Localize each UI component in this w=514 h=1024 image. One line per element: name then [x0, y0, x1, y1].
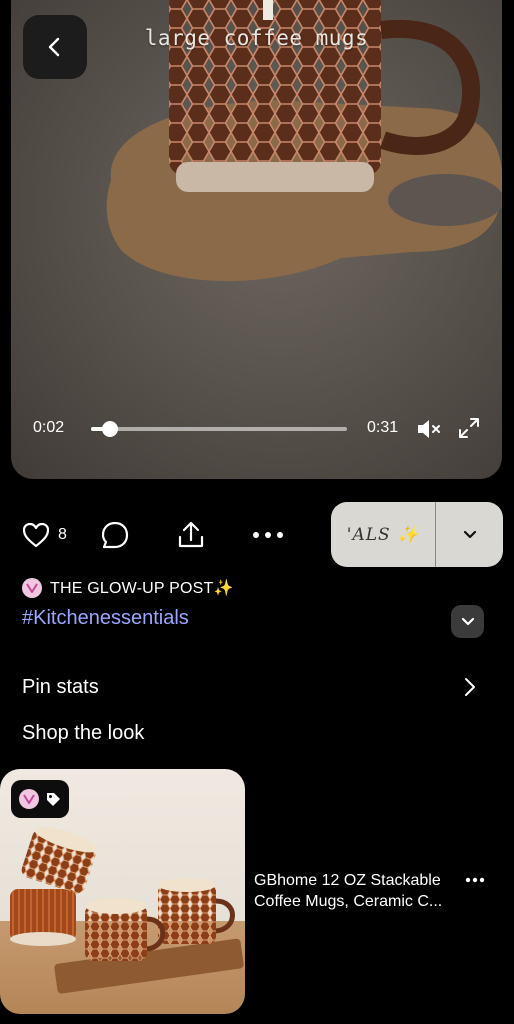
- creator-name[interactable]: THE GLOW-UP POST✨: [50, 578, 234, 598]
- brand-logo-icon: [26, 583, 38, 593]
- pin-stats-link[interactable]: Pin stats: [22, 676, 99, 699]
- comment-button[interactable]: [101, 521, 129, 549]
- video-player[interactable]: large coffee mugs 0:02 0:31: [11, 0, 502, 479]
- chevron-right-icon[interactable]: [462, 677, 478, 697]
- tag-icon: [47, 793, 60, 806]
- creator-avatar[interactable]: [22, 578, 42, 598]
- heart-icon: [22, 522, 50, 548]
- progress-bar[interactable]: [91, 421, 347, 437]
- back-button[interactable]: [23, 15, 87, 79]
- current-time: 0:02: [33, 419, 65, 436]
- expand-description-button[interactable]: [451, 605, 484, 638]
- video-frame: [106, 0, 502, 281]
- back-arrow-icon: [48, 37, 60, 57]
- progress-handle[interactable]: [102, 421, 119, 437]
- creator-row[interactable]: THE GLOW-UP POST✨: [22, 578, 234, 598]
- like-count: 8: [58, 526, 67, 543]
- chevron-down-icon: [463, 530, 476, 538]
- brand-logo-icon: [23, 794, 35, 804]
- duration: 0:31: [367, 419, 399, 436]
- brand-avatar: [19, 789, 39, 809]
- comment-icon: [101, 521, 129, 549]
- product-image[interactable]: [0, 769, 245, 1014]
- more-icon: [253, 532, 283, 538]
- mute-icon[interactable]: [416, 417, 442, 441]
- product-badge: [11, 780, 69, 818]
- product-more-icon[interactable]: [465, 877, 485, 883]
- fullscreen-icon[interactable]: [457, 416, 481, 440]
- board-picker-button[interactable]: [436, 502, 503, 567]
- like-button[interactable]: 8: [22, 522, 67, 548]
- chevron-down-icon: [461, 617, 474, 625]
- shop-the-look-heading: Shop the look: [22, 722, 145, 744]
- product-title[interactable]: GBhome 12 OZ Stackable Coffee Mugs, Cera…: [254, 870, 454, 912]
- save-board-control: 'ALS ✨: [331, 502, 503, 567]
- share-icon: [178, 521, 204, 548]
- share-button[interactable]: [176, 520, 206, 550]
- hashtag-link[interactable]: #Kitchenessentials: [22, 607, 189, 630]
- more-options-button[interactable]: [252, 531, 284, 539]
- save-to-board-button[interactable]: 'ALS ✨: [331, 502, 435, 567]
- video-controls: 0:02 0:31: [11, 415, 502, 441]
